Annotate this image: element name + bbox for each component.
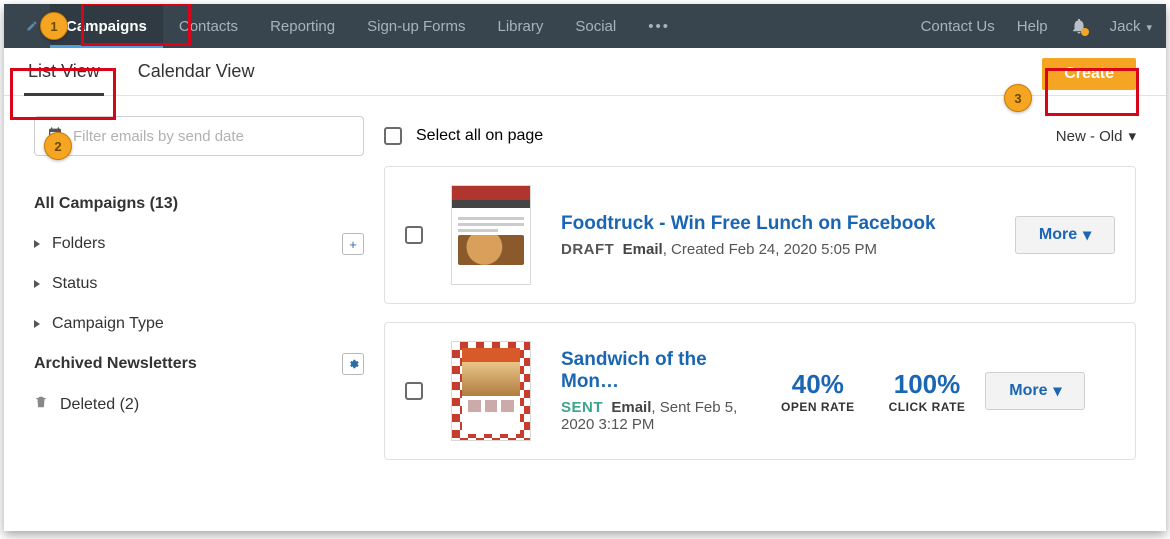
open-rate-value: 40% [781, 369, 855, 400]
nav-social[interactable]: Social [559, 4, 632, 48]
campaign-meta: SENT Email, Sent Feb 5, 2020 3:12 PM [561, 399, 761, 433]
callout-badge: 3 [1004, 84, 1032, 112]
bell-icon[interactable] [1070, 17, 1088, 35]
create-button[interactable]: Create [1042, 58, 1136, 90]
caret-right-icon [34, 240, 42, 248]
filter-placeholder: Filter emails by send date [73, 128, 244, 145]
tab-calendar-view[interactable]: Calendar View [134, 48, 259, 96]
archived-settings-button[interactable] [342, 353, 364, 375]
more-button[interactable]: More▾ [985, 372, 1085, 410]
pencil-icon [26, 17, 38, 35]
nav-contact-us[interactable]: Contact Us [921, 18, 995, 35]
add-folder-button[interactable]: + [342, 233, 364, 255]
callout-badge: 2 [44, 132, 72, 160]
sidebar-archived[interactable]: Archived Newsletters [34, 344, 364, 384]
caret-right-icon [34, 320, 42, 328]
nav-left: Campaigns Contacts Reporting Sign-up For… [14, 4, 686, 48]
chevron-down-icon: ▾ [1146, 22, 1152, 34]
nav-contacts[interactable]: Contacts [163, 4, 254, 48]
select-all-checkbox[interactable] [384, 127, 402, 145]
notification-dot-icon [1081, 28, 1089, 36]
nav-signup-forms[interactable]: Sign-up Forms [351, 4, 481, 48]
user-name-label: Jack [1110, 18, 1141, 35]
select-all-label: Select all on page [416, 127, 543, 145]
campaign-thumbnail[interactable] [451, 341, 531, 441]
top-nav: Campaigns Contacts Reporting Sign-up For… [4, 4, 1166, 48]
campaign-stats: 40%OPEN RATE 100%CLICK RATE [781, 369, 965, 414]
tab-list-view[interactable]: List View [24, 48, 104, 96]
campaign-title-link[interactable]: Sandwich of the Mon… [561, 349, 707, 392]
sidebar-folders[interactable]: Folders + [34, 224, 364, 264]
click-rate-value: 100% [889, 369, 966, 400]
row-checkbox[interactable] [405, 382, 423, 400]
nav-library[interactable]: Library [481, 4, 559, 48]
trash-icon [34, 395, 48, 414]
nav-right: Contact Us Help Jack ▾ [921, 17, 1152, 35]
campaign-row: Sandwich of the Mon… SENT Email, Sent Fe… [384, 322, 1136, 460]
sort-dropdown[interactable]: New - Old▾ [1056, 127, 1136, 145]
view-tabs-row: List View Calendar View Create [4, 48, 1166, 96]
list-header: Select all on page New - Old▾ [384, 116, 1136, 156]
chevron-down-icon: ▾ [1054, 381, 1062, 401]
callout-badge: 1 [40, 12, 68, 40]
campaign-list: Select all on page New - Old▾ Foodtruck … [384, 116, 1136, 531]
chevron-down-icon: ▾ [1128, 127, 1136, 145]
filter-by-date-input[interactable]: Filter emails by send date [34, 116, 364, 156]
campaign-thumbnail[interactable] [451, 185, 531, 285]
row-checkbox[interactable] [405, 226, 423, 244]
status-badge: DRAFT [561, 241, 614, 258]
sidebar-deleted[interactable]: Deleted (2) [34, 384, 364, 424]
campaign-row: Foodtruck - Win Free Lunch on Facebook D… [384, 166, 1136, 304]
sidebar-all-campaigns[interactable]: All Campaigns (13) [34, 184, 364, 224]
campaign-meta: DRAFT Email, Created Feb 24, 2020 5:05 P… [561, 241, 995, 258]
status-badge: SENT [561, 399, 603, 416]
nav-more-icon[interactable]: ••• [632, 4, 686, 48]
sidebar: Filter emails by send date All Campaigns… [34, 116, 384, 531]
caret-right-icon [34, 280, 42, 288]
gear-icon [347, 358, 359, 370]
chevron-down-icon: ▾ [1083, 225, 1091, 245]
sidebar-campaign-type[interactable]: Campaign Type [34, 304, 364, 344]
more-button[interactable]: More▾ [1015, 216, 1115, 254]
nav-reporting[interactable]: Reporting [254, 4, 351, 48]
campaign-title-link[interactable]: Foodtruck - Win Free Lunch on Facebook [561, 213, 936, 234]
sidebar-status[interactable]: Status [34, 264, 364, 304]
nav-help[interactable]: Help [1017, 18, 1048, 35]
user-menu[interactable]: Jack ▾ [1110, 18, 1152, 35]
